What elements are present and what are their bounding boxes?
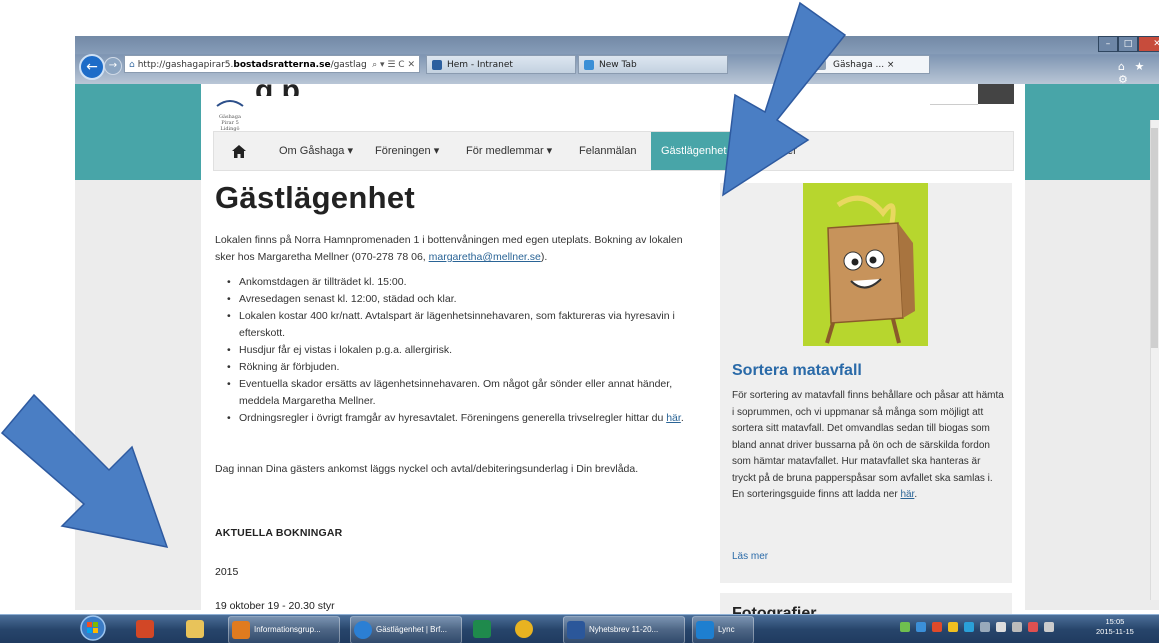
taskbar-label: Gästlägenhet | Brf... (376, 625, 448, 634)
bookings-year: 2015 (215, 566, 239, 578)
list-item: Avresedagen senast kl. 12:00, städad och… (227, 291, 709, 308)
nav-item-partial[interactable]: er (787, 132, 797, 170)
minimize-button[interactable]: – (1098, 36, 1118, 52)
url-domain: bostadsratterna.se (233, 60, 331, 70)
taskbar-item-browser[interactable]: Gästlägenhet | Brf... (350, 616, 462, 643)
sidebar-paragraph: För sortering av matavfall finns behålla… (732, 388, 1004, 504)
list-item: Ordningsregler i övrigt framgår av hyres… (227, 410, 709, 427)
site-favicon-icon (816, 60, 826, 70)
list-item-text-end: . (680, 412, 684, 424)
system-tray (900, 622, 1054, 632)
signal-icon[interactable] (1012, 622, 1022, 632)
email-link[interactable]: margaretha@mellner.se (429, 251, 541, 263)
list-item: Lokalen kostar 400 kr/natt. Avtalspart ä… (227, 308, 709, 342)
url-suffix: /gastlag (330, 60, 367, 70)
tab-label: Hem - Intranet (447, 60, 513, 70)
sidebar-heading[interactable]: Sortera matavfall (732, 362, 862, 380)
tray-icon[interactable] (900, 622, 910, 632)
nav-om-gashaga[interactable]: Om Gåshaga ▾ (279, 132, 353, 170)
address-controls[interactable]: ⌕ ▾ ☰ C ✕ (372, 56, 415, 72)
list-item: Rökning är förbjuden. (227, 359, 709, 376)
page-margin-left (75, 180, 201, 610)
network-icon[interactable] (996, 622, 1006, 632)
intro-text-end: ). (540, 251, 548, 263)
list-item-text: Ordningsregler i övrigt framgår av hyres… (239, 412, 667, 424)
window-controls: – □ ✕ (1098, 36, 1159, 52)
powerpoint-taskbar-icon[interactable] (133, 616, 158, 642)
excel-taskbar-icon[interactable] (470, 616, 495, 642)
taskbar-item-informationsgrupp[interactable]: Informationsgrup... (228, 616, 340, 643)
close-button[interactable]: ✕ (1138, 36, 1159, 52)
nav-felanmalan[interactable]: Felanmälan (579, 132, 636, 170)
scrollbar-thumb[interactable] (1151, 128, 1158, 348)
url-prefix: http://gashagapirar5. (137, 60, 234, 70)
volume-icon[interactable] (1044, 622, 1054, 632)
house-icon (232, 144, 246, 158)
desktop-screen: ← → ⌂ http://gashagapirar5.bostadsrattern… (0, 0, 1159, 643)
flag-icon[interactable] (1028, 622, 1038, 632)
tab-label: New Tab (599, 60, 637, 70)
page-title: Gästlägenhet (215, 180, 415, 215)
taskbar-label: Informationsgrup... (254, 625, 321, 634)
browser-tab[interactable]: New Tab (578, 55, 728, 74)
intranet-icon (432, 60, 442, 70)
nav-foreningen[interactable]: Föreningen ▾ (375, 132, 439, 170)
list-item: Husdjur får ej vistas i lokalen p.g.a. a… (227, 342, 709, 359)
maximize-button[interactable]: □ (1118, 36, 1138, 52)
sorting-guide-link[interactable]: här (900, 489, 914, 500)
tab-label: Gäshaga ... × (833, 60, 895, 70)
ie-icon (584, 60, 594, 70)
taskbar-item-word[interactable]: Nyhetsbrev 11-20... (563, 616, 685, 643)
browser-tab[interactable]: Hem - Intranet (426, 55, 576, 74)
site-logo-text: Gäshaga Pirar 5 Lidingö (219, 114, 241, 132)
read-more-link[interactable]: Läs mer (732, 551, 768, 562)
tray-icon[interactable] (964, 622, 974, 632)
forward-button[interactable]: → (104, 57, 122, 75)
file-explorer-taskbar-icon[interactable] (183, 616, 208, 642)
booking-entry: 19 oktober 19 - 20.30 styr (215, 600, 335, 612)
address-bar[interactable]: ⌂ http://gashagapirar5.bostadsratterna.se… (124, 55, 420, 73)
list-item: Eventuella skador ersätts av lägenhetsin… (227, 376, 709, 410)
intro-paragraph: Lokalen finns på Norra Hamnpromenaden 1 … (215, 232, 695, 266)
page-header-band-right (1025, 84, 1159, 180)
tray-icon[interactable] (916, 622, 926, 632)
paper-bag-mascot-icon (825, 195, 915, 344)
site-title: g p (255, 74, 300, 96)
desktop-background (0, 0, 75, 643)
nav-gastlagenhet[interactable]: Gästlägenhet (651, 132, 737, 170)
browser-tab-active[interactable]: Gäshaga ... × (810, 55, 930, 74)
rules-list: Ankomstdagen är tillträdet kl. 15:00. Av… (215, 274, 709, 427)
tray-icon[interactable] (948, 622, 958, 632)
taskbar-label: Nyhetsbrev 11-20... (589, 625, 659, 634)
taskbar-clock[interactable]: 15:05 2015-11-15 (1096, 617, 1134, 637)
tray-icon[interactable] (980, 622, 990, 632)
taskbar-label: Lync (718, 625, 735, 634)
paper-bag-mascot-image[interactable] (803, 183, 928, 346)
page-header-band-left (75, 84, 201, 180)
bookings-heading: AKTUELLA BOKNINGAR (215, 527, 343, 539)
search-button[interactable] (978, 84, 1014, 104)
main-navigation: Om Gåshaga ▾ Föreningen ▾ För medlemmar … (213, 131, 1014, 171)
page-favicon-icon: ⌂ (129, 60, 135, 70)
home-icon[interactable] (232, 132, 246, 170)
key-info-paragraph: Dag innan Dina gästers ankomst läggs nyc… (215, 463, 639, 475)
search-input[interactable] (930, 84, 978, 105)
nav-for-medlemmar[interactable]: För medlemmar ▾ (466, 132, 552, 170)
taskbar-item-lync[interactable]: Lync (692, 616, 754, 643)
clock-date: 2015-11-15 (1096, 627, 1134, 636)
list-item: Ankomstdagen är tillträdet kl. 15:00. (227, 274, 709, 291)
page-margin-right (1025, 180, 1159, 610)
start-button[interactable] (78, 614, 108, 643)
chrome-taskbar-icon[interactable] (512, 616, 537, 642)
sidebar-text-end: . (914, 489, 918, 500)
sidebar-text: För sortering av matavfall finns behålla… (732, 390, 1004, 500)
clock-time: 15:05 (1105, 617, 1125, 626)
back-button[interactable]: ← (79, 54, 105, 80)
tray-icon[interactable] (932, 622, 942, 632)
toolbar-icons[interactable]: ⌂ ★ ⚙ (1118, 60, 1159, 86)
rules-link[interactable]: här (666, 412, 681, 424)
